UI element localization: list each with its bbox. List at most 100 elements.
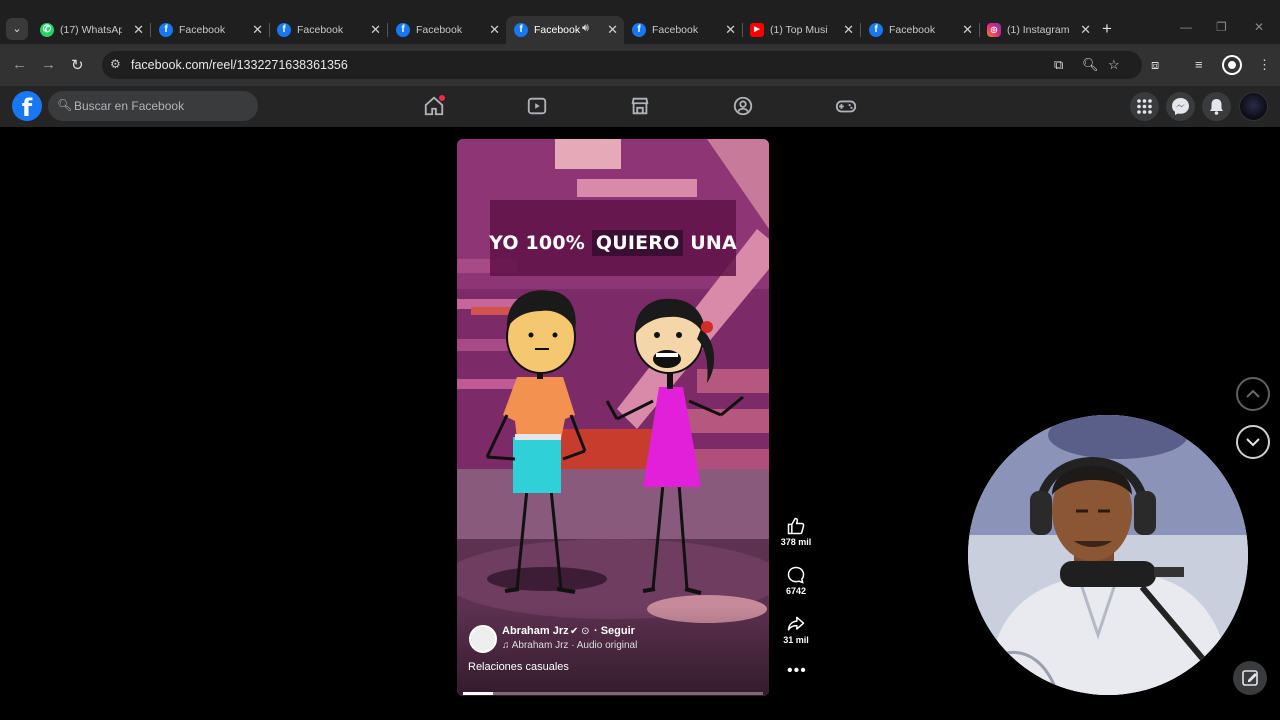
browser-toolbar: ← → ↻ ⚙ facebook.com/reel/13322716383613… <box>0 44 1280 86</box>
webcam-overlay-image <box>968 415 1248 695</box>
facebook-icon: f <box>277 23 291 37</box>
tab-search-button[interactable]: ⌄ <box>6 18 28 40</box>
previous-reel-button[interactable] <box>1236 377 1270 411</box>
tab-youtube[interactable]: ▶ (1) Top Musi ✕ <box>742 16 861 44</box>
next-reel-button[interactable] <box>1236 425 1270 459</box>
minimize-button[interactable]: — <box>1180 20 1192 34</box>
tab-title: (1) Top Musi <box>770 24 828 36</box>
close-icon[interactable]: ✕ <box>962 22 973 38</box>
close-icon[interactable]: ✕ <box>725 22 736 38</box>
share-button[interactable]: 31 mil <box>778 614 814 645</box>
progress-fill <box>463 692 493 695</box>
facebook-icon: f <box>396 23 410 37</box>
tab-facebook[interactable]: f Facebook ✕ <box>388 16 506 44</box>
tab-title: Facebook <box>416 24 463 36</box>
search-box[interactable]: 🔍︎ <box>48 91 258 121</box>
video-caption: YO 100% QUIERO UNA <box>457 230 769 256</box>
like-button[interactable]: 378 mil <box>778 516 814 547</box>
menu-grid-button[interactable] <box>1130 92 1159 121</box>
author-name[interactable]: Abraham Jrz <box>502 625 569 637</box>
video-icon[interactable] <box>526 95 548 117</box>
likes-count: 378 mil <box>780 537 812 547</box>
streamer-image <box>968 415 1248 695</box>
tab-title: Facebook <box>652 24 699 36</box>
author-avatar[interactable] <box>469 625 497 653</box>
facebook-icon: f <box>869 23 883 37</box>
close-icon[interactable]: ✕ <box>1080 22 1091 38</box>
marketplace-icon[interactable] <box>629 95 651 117</box>
tab-title: Facebook <box>297 24 344 36</box>
pencil-icon <box>1242 670 1258 686</box>
install-app-icon[interactable]: ⧉ <box>1054 57 1063 73</box>
comments-count: 6742 <box>785 586 807 596</box>
grid-icon <box>1137 99 1152 114</box>
url-text[interactable]: facebook.com/reel/1332271638361356 <box>131 58 348 72</box>
tab-title: (17) WhatsApp <box>60 24 122 36</box>
search-input[interactable] <box>74 97 252 115</box>
reload-icon[interactable]: ↻ <box>71 56 84 74</box>
close-icon[interactable]: ✕ <box>607 22 618 38</box>
tab-facebook[interactable]: f Facebook ✕ <box>269 16 388 44</box>
facebook-logo[interactable]: f <box>12 91 42 122</box>
reel-description: Relaciones casuales <box>468 661 569 673</box>
new-tab-button[interactable]: + <box>1102 19 1112 39</box>
back-icon[interactable]: ← <box>12 56 27 73</box>
caption-highlight: QUIERO <box>591 230 684 256</box>
forward-icon[interactable]: → <box>41 56 56 73</box>
maximize-button[interactable]: ❐ <box>1216 20 1227 34</box>
tab-title: Facebook <box>534 24 581 36</box>
follow-button[interactable]: · Seguir <box>594 625 635 637</box>
reel-video[interactable]: YO 100% QUIERO UNA Abraham Jrz ✔ ⊙ · Seg… <box>457 139 769 696</box>
more-options-icon[interactable]: ••• <box>787 662 807 680</box>
tab-facebook-active[interactable]: f Facebook 🔊︎ ✕ <box>506 16 624 44</box>
facebook-icon: f <box>159 23 173 37</box>
shares-count: 31 mil <box>783 635 809 645</box>
close-icon[interactable]: ✕ <box>489 22 500 38</box>
youtube-icon: ▶ <box>750 23 764 37</box>
tab-facebook[interactable]: f Facebook ✕ <box>624 16 743 44</box>
facebook-header: f 🔍︎ <box>0 86 1280 127</box>
chevron-down-icon <box>1246 438 1260 447</box>
profile-icon[interactable] <box>1224 57 1240 73</box>
search-icon: 🔍︎ <box>57 98 73 112</box>
share-icon <box>787 616 805 631</box>
extensions-icon[interactable]: ⧈ <box>1151 57 1159 73</box>
groups-icon[interactable] <box>732 95 754 117</box>
site-info-icon[interactable]: ⚙ <box>110 57 121 71</box>
tab-instagram[interactable]: ◎ (1) Instagram ✕ <box>979 16 1097 44</box>
tab-facebook[interactable]: f Facebook ✕ <box>151 16 270 44</box>
menu-kebab-icon[interactable]: ⋮ <box>1258 57 1271 73</box>
thumbs-up-icon <box>787 517 805 535</box>
audio-link[interactable]: ♫ Abraham Jrz · Audio original <box>502 640 637 651</box>
tab-title: Facebook <box>889 24 936 36</box>
edit-button[interactable] <box>1233 661 1267 695</box>
close-icon[interactable]: ✕ <box>252 22 263 38</box>
bookmark-star-icon[interactable]: ☆ <box>1108 57 1120 73</box>
tab-facebook[interactable]: f Facebook ✕ <box>861 16 980 44</box>
messenger-icon <box>1172 98 1189 115</box>
zoom-icon[interactable]: 🔍︎ <box>1082 57 1099 73</box>
notification-dot <box>439 95 445 101</box>
comment-icon <box>787 566 805 584</box>
close-window-button[interactable]: ✕ <box>1254 20 1264 34</box>
caption-part: UNA <box>690 232 737 254</box>
gaming-icon[interactable] <box>835 95 857 117</box>
tab-title: Facebook <box>179 24 226 36</box>
account-avatar[interactable] <box>1239 92 1268 121</box>
facebook-icon: f <box>632 23 646 37</box>
tab-title: (1) Instagram <box>1007 24 1069 36</box>
verified-icon: ✔ ⊙ <box>570 626 590 637</box>
comment-button[interactable]: 6742 <box>778 565 814 596</box>
notifications-button[interactable] <box>1202 92 1231 121</box>
video-progress-bar[interactable] <box>463 692 763 695</box>
caption-part: YO 100% <box>489 232 586 254</box>
close-icon[interactable]: ✕ <box>133 22 144 38</box>
close-icon[interactable]: ✕ <box>843 22 854 38</box>
close-icon[interactable]: ✕ <box>370 22 381 38</box>
media-controls-icon[interactable]: ≡ <box>1195 57 1203 72</box>
bell-icon <box>1210 99 1223 115</box>
speaker-icon[interactable]: 🔊︎ <box>582 22 589 35</box>
tab-whatsapp[interactable]: ✆ (17) WhatsApp ✕ <box>32 16 151 44</box>
address-bar[interactable]: ⚙ facebook.com/reel/1332271638361356 <box>102 51 1142 79</box>
messenger-button[interactable] <box>1166 92 1195 121</box>
